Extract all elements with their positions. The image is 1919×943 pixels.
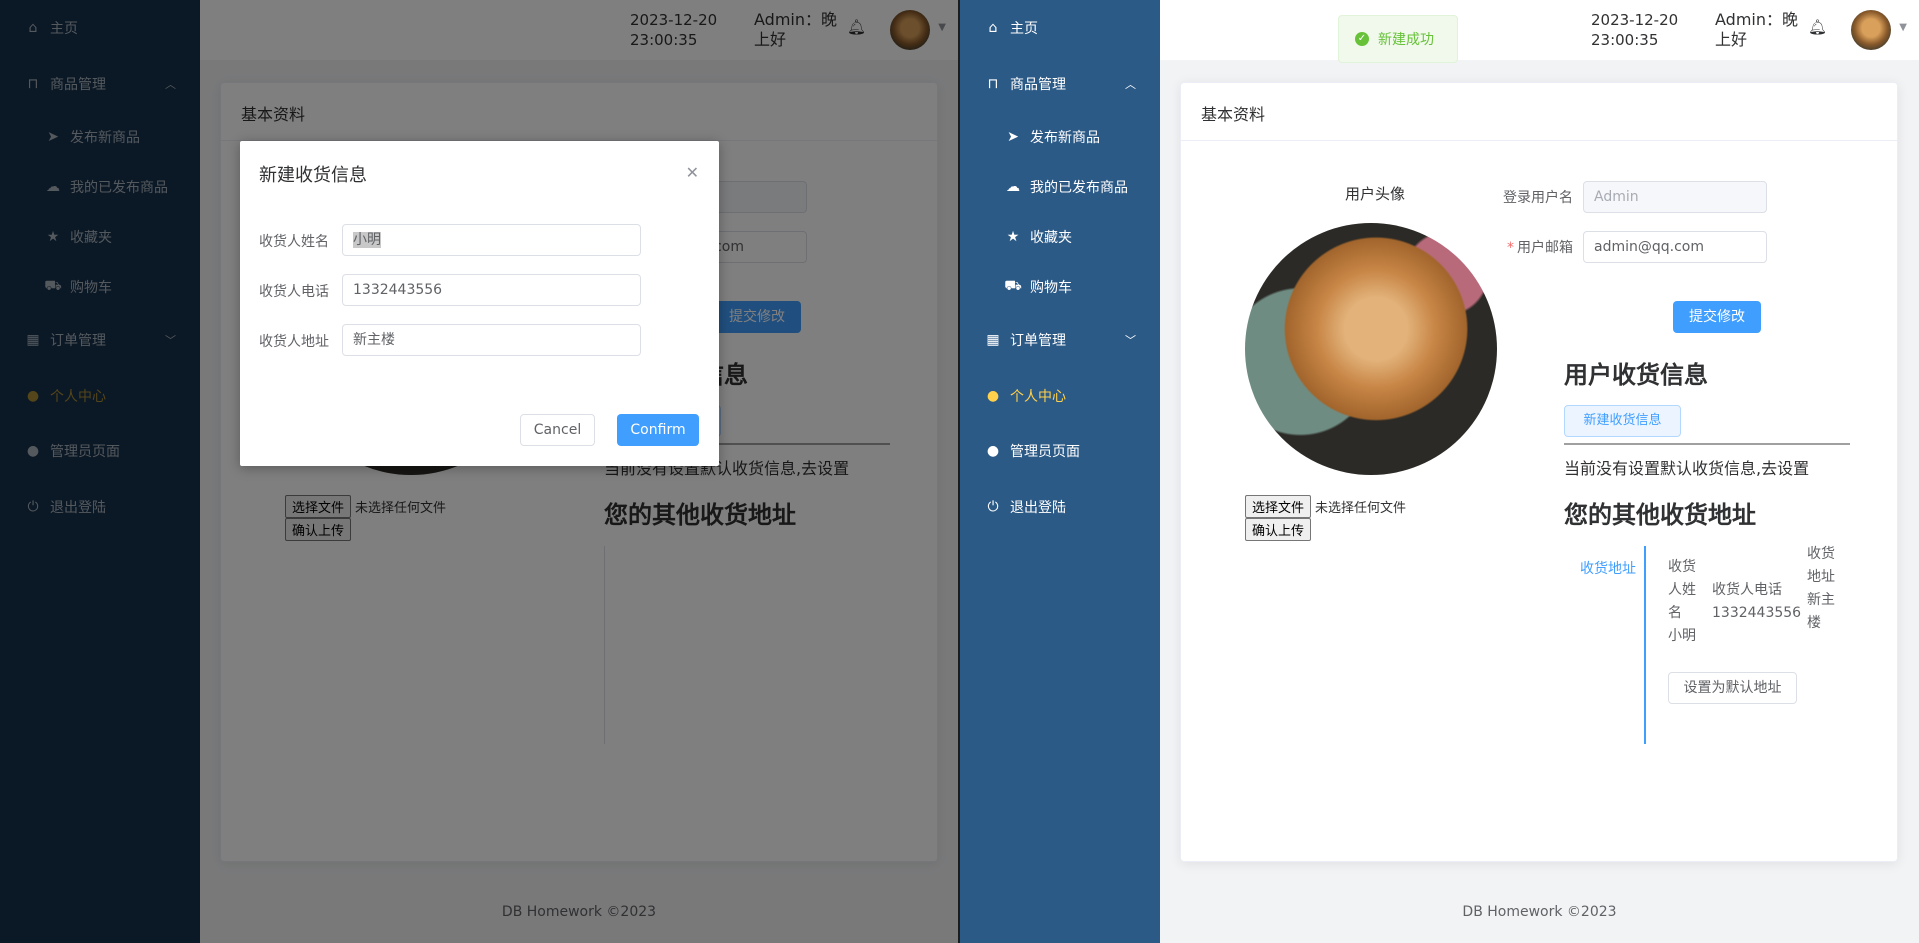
new-shipping-dialog: 新建收货信息 ✕ 收货人姓名 小明 收货人电话 1332443556 收货人地址… <box>240 141 719 466</box>
profile-card: 基本资料 用户头像 选择文件未选择任何文件 确认上传 登录用户名 Admin *… <box>1180 82 1898 862</box>
col-phone: 收货人电话 1332443556 <box>1712 582 1802 621</box>
calendar-icon: ▦ <box>986 332 1000 348</box>
address-label: 收货人地址 <box>259 334 329 350</box>
email-label: *用户邮箱 <box>1507 240 1573 256</box>
col-address: 收货地址 新主楼 <box>1807 546 1835 631</box>
set-default-button[interactable]: 设置为默认地址 <box>1668 672 1797 704</box>
address-tabs: 收货地址 收货人姓名 小明 收货人电话 1332443556 收货地址 新主楼 设置为… <box>1564 546 1835 746</box>
user-icon: ● <box>986 443 1000 459</box>
name-label: 收货人姓名 <box>259 234 329 250</box>
close-icon[interactable]: ✕ <box>686 163 699 182</box>
tab-active-line <box>1644 546 1646 744</box>
phone-label: 收货人电话 <box>259 284 329 300</box>
divider <box>1564 443 1850 445</box>
chevron-up-icon: ︿ <box>1125 78 1136 91</box>
new-shipping-button[interactable]: 新建收货信息 <box>1564 405 1681 437</box>
star-icon: ★ <box>1006 229 1020 245</box>
no-default-text[interactable]: 当前没有设置默认收货信息,去设置 <box>1564 455 1809 479</box>
menu-goods[interactable]: ⊓商品管理︿ <box>960 64 1160 104</box>
bag-icon: ⊓ <box>987 76 999 92</box>
confirm-button[interactable]: Confirm <box>617 414 699 446</box>
avatar-image <box>1245 223 1497 475</box>
home-icon: ⌂ <box>988 20 998 36</box>
screen: ⌂主页 ⊓商品管理︿ ➤发布新商品 ☁我的已发布商品 ★收藏夹 ⛟购物车 ▦订单… <box>0 0 1919 943</box>
left-window: ⌂主页 ⊓商品管理︿ ➤发布新商品 ☁我的已发布商品 ★收藏夹 ⛟购物车 ▦订单… <box>0 0 958 943</box>
sidebar: ⌂主页 ⊓商品管理︿ ➤发布新商品 ☁我的已发布商品 ★收藏夹 ⛟购物车 ▦订单… <box>960 0 1160 943</box>
right-window: ⌂ 主页 ⊓ 商品管理 ︿ ➤ 发布新商品 ☁ 我的已发布商品 ★ 收藏夹 ⛟ 购物车 ▦ 订单… <box>960 0 1919 943</box>
name-input[interactable]: 小明 <box>342 224 641 256</box>
menu-logout[interactable]: ⏻退出登陆 <box>960 487 1160 527</box>
cart-icon: ⛟ <box>1004 278 1022 294</box>
email-input[interactable]: admin@qq.com <box>1583 231 1767 263</box>
chevron-down-icon: ﹀ <box>1125 334 1136 347</box>
avatar-label: 用户头像 <box>1345 185 1406 203</box>
menu-home[interactable]: ⌂主页 <box>960 8 1160 48</box>
menu-publish[interactable]: ➤发布新商品 <box>960 117 1160 157</box>
footer: DB Homework ©2023 <box>1462 904 1617 920</box>
send-icon: ➤ <box>1007 129 1019 145</box>
menu-admin[interactable]: ●管理员页面 <box>960 431 1160 471</box>
menu-orders[interactable]: ▦订单管理﹀ <box>960 320 1160 360</box>
cancel-button[interactable]: Cancel <box>520 414 595 446</box>
other-addresses-title: 您的其他收货地址 <box>1564 501 1756 529</box>
phone-input[interactable]: 1332443556 <box>342 274 641 306</box>
address-input[interactable]: 新主楼 <box>342 324 641 356</box>
submit-button[interactable]: 提交修改 <box>1673 301 1761 333</box>
card-title: 基本资料 <box>1181 83 1897 141</box>
upload-row: 确认上传 <box>1245 518 1315 541</box>
confirm-upload-button[interactable]: 确认上传 <box>1245 518 1312 541</box>
shipping-title: 用户收货信息 <box>1564 361 1708 389</box>
main: 基本资料 用户头像 选择文件未选择任何文件 确认上传 登录用户名 Admin *… <box>1160 0 1919 943</box>
dialog-title: 新建收货信息 <box>259 165 367 186</box>
username-label: 登录用户名 <box>1503 190 1573 206</box>
file-picker: 选择文件未选择任何文件 <box>1245 495 1406 518</box>
tab-address[interactable]: 收货地址 <box>1564 558 1636 578</box>
choose-file-button[interactable]: 选择文件 <box>1245 495 1312 518</box>
menu-favorites[interactable]: ★收藏夹 <box>960 217 1160 257</box>
col-name: 收货人姓名 小明 <box>1668 559 1696 644</box>
user-icon: ● <box>986 388 1000 404</box>
username-input[interactable]: Admin <box>1583 181 1767 213</box>
menu-cart[interactable]: ⛟购物车 <box>960 267 1160 307</box>
cloud-upload-icon: ☁ <box>1006 179 1020 195</box>
power-icon: ⏻ <box>987 499 999 515</box>
menu-my-published[interactable]: ☁我的已发布商品 <box>960 167 1160 207</box>
menu-personal[interactable]: ●个人中心 <box>960 376 1160 416</box>
